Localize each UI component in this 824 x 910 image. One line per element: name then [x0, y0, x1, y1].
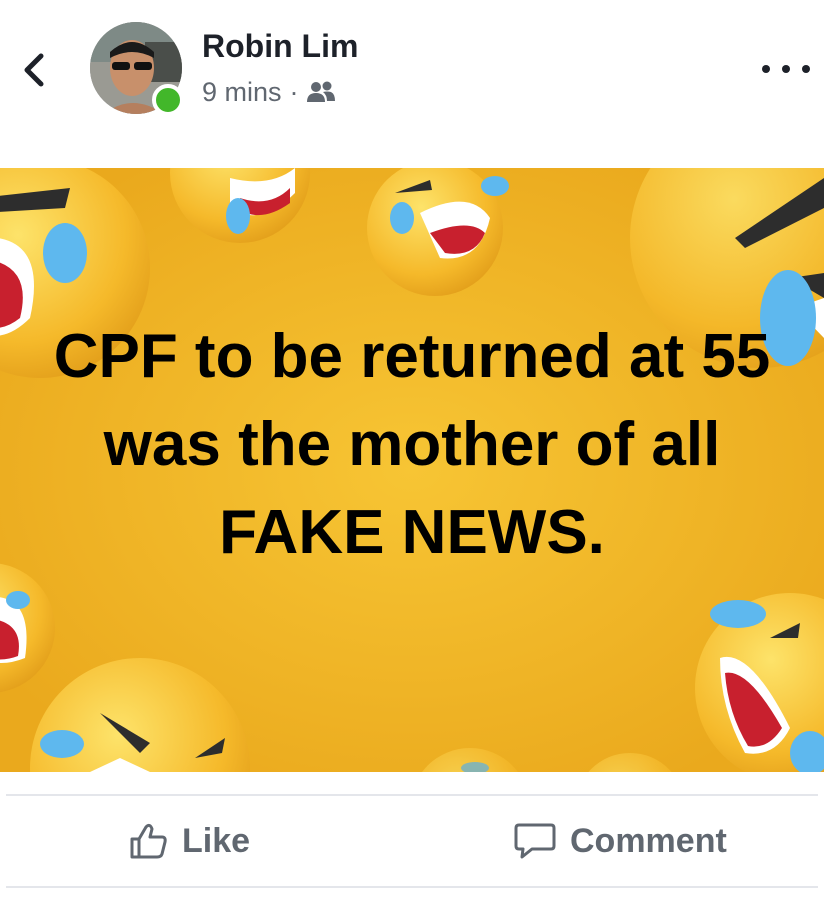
- emoji-bottom-right: [695, 593, 824, 772]
- more-options-dot: [802, 65, 810, 73]
- more-options-button[interactable]: [762, 54, 810, 84]
- like-button[interactable]: Like: [128, 816, 250, 866]
- post-meta: 9 mins ·: [202, 76, 335, 108]
- comment-button[interactable]: Comment: [514, 816, 727, 866]
- post-time[interactable]: 9 mins: [202, 77, 282, 108]
- actions-top-divider: [6, 794, 818, 796]
- thumbs-up-icon: [130, 823, 167, 859]
- back-button[interactable]: [12, 48, 56, 92]
- post-header: Robin Lim 9 mins ·: [0, 0, 824, 168]
- more-options-dot: [782, 65, 790, 73]
- friends-icon[interactable]: [306, 80, 335, 104]
- meta-separator: ·: [289, 76, 299, 107]
- post-image[interactable]: CPF to be returned at 55 was the mother …: [0, 168, 824, 772]
- more-options-icon: [762, 65, 770, 73]
- post-actions-bar: Like Comment: [0, 772, 824, 910]
- online-status-indicator: [152, 84, 184, 116]
- comment-label: Comment: [570, 821, 727, 860]
- chevron-left-icon: [24, 53, 44, 87]
- actions-bottom-divider: [6, 886, 818, 888]
- speech-bubble-icon: [514, 823, 556, 859]
- post-image-text: CPF to be returned at 55 was the mother …: [53, 322, 771, 567]
- author-avatar-wrapper[interactable]: [90, 22, 184, 116]
- like-label: Like: [182, 821, 251, 860]
- author-name[interactable]: Robin Lim: [202, 28, 358, 65]
